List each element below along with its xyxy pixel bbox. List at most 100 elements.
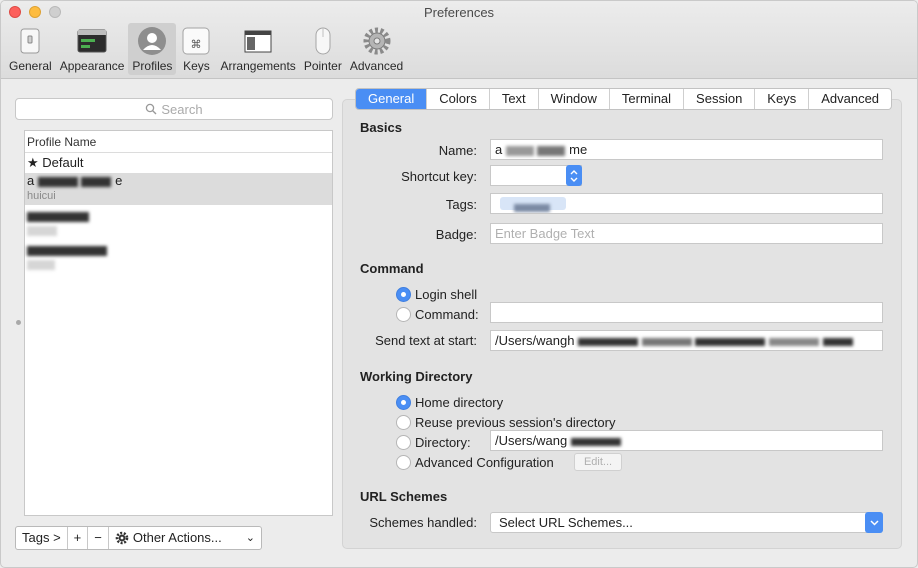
profile-tag: huicui [27, 190, 56, 202]
appearance-icon [77, 29, 107, 53]
pointer-icon [315, 27, 331, 55]
keys-icon: ⌘ [182, 27, 210, 55]
redacted-text [822, 337, 853, 346]
badge-label: Badge: [435, 227, 477, 242]
profile-row-default[interactable]: ★ Default [25, 153, 332, 173]
login-shell-label: Login shell [415, 286, 478, 302]
redacted-text [768, 337, 819, 346]
reuse-directory-radio[interactable] [396, 414, 411, 430]
url-schemes-value: Select URL Schemes... [499, 515, 633, 530]
remove-profile-button[interactable]: − [88, 527, 109, 549]
general-icon [20, 28, 40, 54]
profile-search-input[interactable]: Search [15, 98, 333, 120]
redacted-text [27, 245, 107, 256]
home-directory-radio[interactable] [396, 394, 411, 410]
toolbar-item-keys[interactable]: ⌘ Keys [176, 23, 216, 75]
arrangements-icon [244, 30, 272, 53]
command-radio[interactable] [396, 306, 411, 322]
redacted-text [570, 437, 621, 446]
shortcut-key-label: Shortcut key: [401, 169, 477, 184]
home-directory-option[interactable]: Home directory [396, 393, 503, 411]
shortcut-stepper[interactable] [566, 165, 582, 186]
name-label: Name: [438, 143, 477, 158]
chevron-down-icon [869, 519, 879, 526]
tab-keys[interactable]: Keys [755, 89, 810, 109]
toolbar-label-pointer: Pointer [303, 59, 342, 73]
directory-field[interactable]: /Users/wang [490, 430, 883, 451]
toolbar-label-general: General [9, 59, 52, 73]
profile-tabs: General Colors Text Window Terminal Sess… [355, 88, 893, 110]
tags-toggle-button[interactable]: Tags > [16, 527, 68, 549]
tab-general[interactable]: General [356, 89, 428, 109]
advanced-configuration-radio[interactable] [396, 454, 411, 470]
toolbar-label-keys: Keys [183, 59, 210, 73]
directory-option[interactable]: Directory: [396, 433, 471, 451]
badge-placeholder: Enter Badge Text [495, 226, 595, 241]
send-text-field[interactable]: /Users/wangh [490, 330, 883, 351]
profile-name: ★ Default [27, 155, 84, 170]
tab-session[interactable]: Session [684, 89, 756, 109]
url-schemes-select[interactable]: Select URL Schemes... [490, 512, 883, 533]
tab-text[interactable]: Text [490, 89, 539, 109]
preferences-toolbar: General Appearance Profiles ⌘ Keys Arran… [5, 23, 407, 75]
redacted-text [514, 203, 550, 212]
home-directory-label: Home directory [415, 394, 504, 410]
redacted-text [27, 226, 57, 237]
tags-label: Tags: [445, 197, 477, 212]
edit-advanced-configuration-button[interactable]: Edit... [574, 453, 622, 471]
command-label: Command: [415, 306, 479, 322]
command-option[interactable]: Command: [396, 305, 479, 323]
advanced-icon [363, 27, 391, 55]
toolbar-item-general[interactable]: General [5, 23, 56, 75]
profile-actions-bar: Tags > + − Other Actions... ⌄ [15, 526, 262, 550]
profile-list-header[interactable]: Profile Name [25, 131, 332, 153]
toolbar-item-arrangements[interactable]: Arrangements [216, 23, 299, 75]
toolbar-item-pointer[interactable]: Pointer [300, 23, 346, 75]
tab-advanced[interactable]: Advanced [809, 89, 891, 109]
profile-name: a e [27, 173, 123, 188]
toolbar-item-profiles[interactable]: Profiles [128, 23, 177, 75]
chevron-up-down-icon [570, 169, 578, 182]
tab-colors[interactable]: Colors [427, 89, 490, 109]
svg-text:⌘: ⌘ [191, 38, 202, 51]
toolbar-item-appearance[interactable]: Appearance [56, 23, 129, 75]
tab-terminal[interactable]: Terminal [610, 89, 685, 109]
profile-row[interactable] [25, 205, 332, 239]
redacted-text [27, 211, 89, 222]
tab-window[interactable]: Window [539, 89, 610, 109]
chevron-down-icon: ⌄ [245, 532, 255, 544]
send-text-label: Send text at start: [375, 333, 477, 348]
split-view-handle[interactable] [16, 320, 21, 325]
titlebar: Preferences General Appearance Profiles … [1, 1, 917, 79]
redacted-text [505, 145, 534, 156]
search-placeholder: Search [161, 101, 203, 117]
login-shell-option[interactable]: Login shell [396, 285, 477, 303]
directory-radio[interactable] [396, 434, 411, 450]
add-profile-button[interactable]: + [68, 527, 89, 549]
profile-row-selected[interactable]: a e huicui [25, 173, 332, 205]
tags-field[interactable] [490, 193, 883, 214]
profile-row[interactable] [25, 239, 332, 273]
command-field[interactable] [490, 302, 883, 323]
login-shell-radio[interactable] [396, 286, 411, 302]
redacted-text [81, 176, 112, 187]
advanced-configuration-option[interactable]: Advanced Configuration [396, 453, 554, 471]
reuse-directory-option[interactable]: Reuse previous session's directory [396, 413, 615, 431]
redacted-text [695, 337, 766, 346]
reuse-directory-label: Reuse previous session's directory [415, 414, 616, 430]
url-schemes-dropdown-button[interactable] [865, 512, 883, 533]
toolbar-label-profiles: Profiles [132, 59, 173, 73]
profiles-icon [138, 27, 167, 55]
name-field[interactable]: a me [490, 139, 883, 160]
window-title: Preferences [423, 5, 495, 20]
toolbar-item-advanced[interactable]: Advanced [346, 23, 407, 75]
redacted-text [641, 337, 692, 346]
badge-field[interactable]: Enter Badge Text [490, 223, 883, 244]
tag-token[interactable] [500, 197, 566, 212]
other-actions-button[interactable]: Other Actions... ⌄ [109, 527, 261, 549]
directory-label: Directory: [415, 434, 471, 450]
shortcut-key-select[interactable] [490, 165, 582, 186]
redacted-text [37, 176, 78, 187]
preferences-window: Preferences General Appearance Profiles … [0, 0, 918, 568]
toolbar-label-appearance: Appearance [59, 59, 125, 73]
